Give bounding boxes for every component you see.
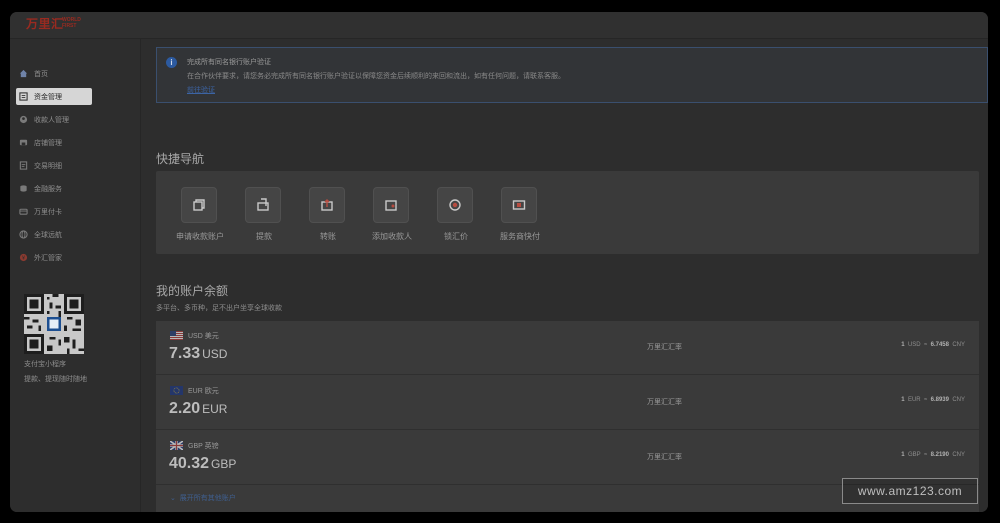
brand-logo-en: WORLD FIRST — [62, 17, 81, 29]
svg-text:¥: ¥ — [22, 255, 25, 261]
balance-row-gbp[interactable]: GBP 英镑 40.32 GBP 万里汇汇率 1 GBP ≈ 8.2190 CNY — [156, 431, 979, 485]
mini-program-qr-code — [24, 294, 84, 354]
fast-pay-icon — [501, 187, 537, 223]
sidebar-item-shops[interactable]: 店铺管理 — [16, 134, 92, 151]
sidebar-item-payees[interactable]: 收款人管理 — [16, 111, 92, 128]
sidebar-item-finance[interactable]: 金融服务 — [16, 180, 92, 197]
currency-label: GBP 英镑 — [188, 443, 219, 450]
fx-icon: ¥ — [19, 253, 28, 262]
sidebar-item-funds[interactable]: 资金管理 — [16, 88, 92, 105]
card-icon — [19, 207, 28, 216]
balances-title: 我的账户余额 — [156, 284, 229, 298]
transfer-icon — [309, 187, 345, 223]
qr-caption: 提款、提现随时随地 — [24, 376, 87, 383]
sidebar-item-label: 收款人管理 — [34, 116, 69, 124]
main-content: i 完成所有同名银行账户验证 在合作伙伴要求，请您务必完成所有同名银行账户验证以… — [141, 39, 988, 512]
balance-row-eur[interactable]: EUR 欧元 2.20 EUR 万里汇汇率 1 EUR ≈ 6.8939 CNY — [156, 376, 979, 430]
quick-nav-title: 快捷导航 — [156, 152, 205, 166]
finance-icon — [19, 184, 28, 193]
receive-account-icon — [181, 187, 217, 223]
expand-accounts-link[interactable]: ⌄ 展开所有其他账户 — [170, 493, 236, 503]
quick-nav-apply-account[interactable]: 申请收款账户 — [170, 187, 230, 247]
sidebar-item-label: 金融服务 — [34, 185, 62, 193]
quick-nav-add-payee[interactable]: 添加收款人 — [362, 187, 422, 247]
sidebar-item-label: 首页 — [34, 70, 48, 78]
brand-logo[interactable]: 万里汇 — [26, 15, 64, 32]
balance-amount: 2.20 EUR — [169, 400, 228, 417]
quick-nav-panel: 申请收款账户 提款 转账 添加收款人 锁汇价 服务商快付 — [156, 171, 979, 254]
balance-amount: 40.32 GBP — [169, 455, 237, 472]
watermark: www.amz123.com — [842, 478, 978, 504]
balance-row-usd[interactable]: USD 美元 7.33 USD 万里汇汇率 1 USD ≈ 6.7458 CNY — [156, 321, 979, 375]
sidebar-item-fx[interactable]: ¥ 外汇管家 — [16, 249, 92, 266]
app-window: 万里汇 WORLD FIRST 首页 资金管理 收款人管理 店铺管理 交易明细 金… — [10, 12, 988, 512]
currency-label: USD 美元 — [188, 333, 219, 340]
sidebar-item-label: 万里付卡 — [34, 208, 62, 216]
verify-link[interactable]: 前往验证 — [187, 85, 215, 95]
qr-caption: 支付宝小程序 — [24, 361, 66, 368]
currency-label: EUR 欧元 — [188, 388, 219, 395]
rate-label: 万里汇汇率 — [647, 454, 682, 461]
user-icon — [19, 115, 28, 124]
sidebar-item-home[interactable]: 首页 — [16, 65, 92, 82]
home-icon — [19, 69, 28, 78]
chevron-down-icon: ⌄ — [170, 495, 176, 502]
us-flag-icon — [170, 331, 183, 340]
exchange-rate: 1 GBP ≈ 8.2190 CNY — [901, 452, 965, 458]
alert-title: 完成所有同名银行账户验证 — [187, 59, 271, 66]
quick-nav-fast-pay[interactable]: 服务商快付 — [490, 187, 550, 247]
ledger-icon — [19, 161, 28, 170]
sidebar-item-label: 外汇管家 — [34, 254, 62, 262]
exchange-rate: 1 EUR ≈ 6.8939 CNY — [901, 397, 965, 403]
exchange-rate: 1 USD ≈ 6.7458 CNY — [901, 342, 965, 348]
lock-rate-icon — [437, 187, 473, 223]
wallet-icon — [19, 92, 28, 101]
sidebar-item-label: 资金管理 — [34, 93, 62, 101]
eu-flag-icon — [170, 386, 183, 395]
gb-flag-icon — [170, 441, 183, 450]
sidebar-item-transactions[interactable]: 交易明细 — [16, 157, 92, 174]
sidebar-item-label: 全球远航 — [34, 231, 62, 239]
add-payee-icon — [373, 187, 409, 223]
info-icon: i — [166, 57, 177, 68]
top-bar: 万里汇 WORLD FIRST — [10, 12, 988, 39]
globe-icon — [19, 230, 28, 239]
quick-nav-transfer[interactable]: 转账 — [298, 187, 358, 247]
sidebar: 首页 资金管理 收款人管理 店铺管理 交易明细 金融服务 万里付卡 全球远航 ¥… — [10, 39, 141, 512]
quick-nav-lock-rate[interactable]: 锁汇价 — [426, 187, 486, 247]
balances-subtitle: 多平台、多币种，足不出户坐享全球收款 — [156, 305, 282, 312]
verification-alert: i 完成所有同名银行账户验证 在合作伙伴要求，请您务必完成所有同名银行账户验证以… — [156, 47, 988, 103]
sidebar-item-label: 交易明细 — [34, 162, 62, 170]
quick-nav-withdraw[interactable]: 提款 — [234, 187, 294, 247]
alert-text: 在合作伙伴要求，请您务必完成所有同名银行账户验证以保障您资金后续顺利的来回和流出… — [187, 73, 565, 80]
sidebar-item-label: 店铺管理 — [34, 139, 62, 147]
withdraw-icon — [245, 187, 281, 223]
shop-icon — [19, 138, 28, 147]
sidebar-item-global[interactable]: 全球远航 — [16, 226, 92, 243]
sidebar-item-card[interactable]: 万里付卡 — [16, 203, 92, 220]
rate-label: 万里汇汇率 — [647, 344, 682, 351]
rate-label: 万里汇汇率 — [647, 399, 682, 406]
balance-amount: 7.33 USD — [169, 345, 228, 362]
